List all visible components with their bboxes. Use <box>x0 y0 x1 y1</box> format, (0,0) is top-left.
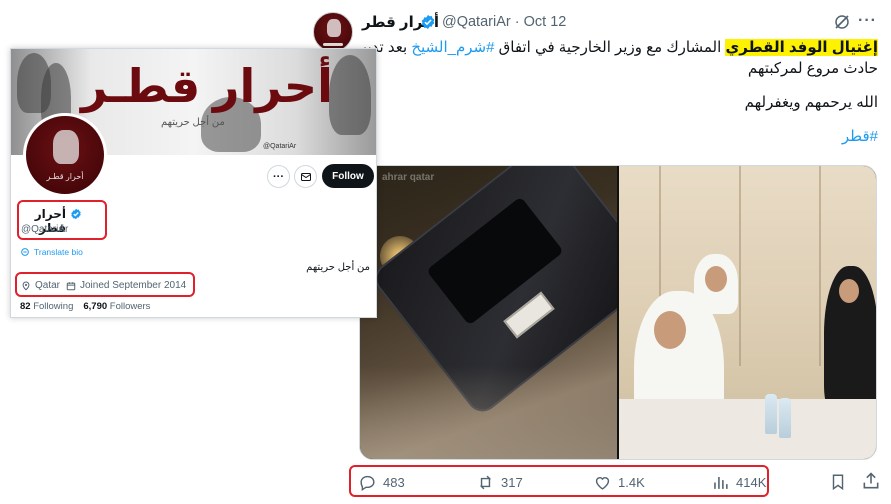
tweet-line-2: حادث مروع لمركبتهم <box>747 60 878 77</box>
followers-stat: 6,790 Followers <box>83 301 150 312</box>
avatar-text-mark <box>323 43 343 46</box>
tweet-date[interactable]: Oct 12 <box>524 14 567 30</box>
media-photo-crash[interactable]: ahrar qatar <box>360 166 617 459</box>
profile-card-screenshot: أحرار قطـر من أجل حريتهم @QatariAr أحرار… <box>10 48 377 318</box>
banner-handle: @QatariAr <box>263 143 297 150</box>
location-text: Qatar <box>35 280 61 291</box>
ground <box>360 366 617 459</box>
views-button[interactable]: 414K <box>711 471 766 493</box>
profile-joined: Joined September 2014 <box>66 280 186 291</box>
tweet-line-3: الله يرحمهم ويغفرلهم <box>744 94 878 111</box>
banner-title: أحرار قطـر <box>81 60 333 112</box>
author-avatar[interactable] <box>313 12 353 52</box>
repost-button[interactable]: 317 <box>476 471 523 493</box>
reply-icon <box>360 475 375 491</box>
reply-button[interactable]: 483 <box>358 471 405 493</box>
actions-annotation-box <box>349 465 769 497</box>
profile-more-button: ··· <box>267 165 290 188</box>
hashtag-link[interactable]: #شرم_الشيخ <box>411 39 494 56</box>
heart-icon <box>595 476 610 490</box>
following-stat: 82 Following <box>20 301 73 312</box>
media-watermark: ahrar qatar <box>382 172 435 183</box>
avatar-label: أحرار قطـر <box>46 172 84 181</box>
author-handle-date[interactable]: @QatariAr · Oct 12 <box>442 14 566 30</box>
person-woman-face <box>839 279 859 303</box>
joined-text: Joined September 2014 <box>80 280 187 291</box>
tweet-text-part: المشارك مع وزير الخارجية في اتفاق <box>494 39 726 56</box>
location-pin-icon <box>22 281 30 290</box>
profile-avatar: أحرار قطـر <box>23 113 107 197</box>
wall-panel <box>739 166 741 366</box>
media-photo-meeting[interactable] <box>619 166 876 459</box>
profile-location: Qatar <box>21 280 60 291</box>
wall-panel <box>819 166 821 366</box>
following-count: 82 <box>20 301 31 312</box>
translate-label: Translate bio <box>34 247 83 257</box>
person-front-face <box>654 311 686 349</box>
message-button <box>294 165 317 188</box>
highlighted-text: إغتيال الوفد القطري <box>725 39 878 56</box>
grok-icon[interactable] <box>833 13 851 31</box>
meeting-desk <box>619 399 876 459</box>
person-back-face <box>705 266 727 292</box>
repost-icon <box>479 475 492 489</box>
views-chart-icon <box>714 476 728 489</box>
reply-count: 483 <box>383 474 405 490</box>
author-handle[interactable]: @QatariAr <box>442 14 511 30</box>
following-label: Following <box>33 301 74 312</box>
profile-stats: 82 Following 6,790 Followers <box>20 301 150 312</box>
bookmark-icon[interactable] <box>829 472 847 492</box>
verified-badge-icon <box>71 208 81 220</box>
verified-badge-icon <box>421 15 435 29</box>
repost-count: 317 <box>501 474 523 490</box>
profile-bio: من أجل حريتهم <box>306 262 370 273</box>
like-count: 1.4K <box>618 474 645 490</box>
share-icon[interactable] <box>861 471 881 491</box>
tweet-media[interactable]: ahrar qatar <box>359 165 877 460</box>
calendar-icon <box>66 281 76 290</box>
more-options-icon[interactable]: ··· <box>858 12 880 32</box>
mail-icon <box>300 172 311 181</box>
follow-button: Follow <box>322 164 374 188</box>
water-bottle <box>779 398 791 438</box>
followers-label: Followers <box>109 301 151 312</box>
profile-handle: @QatariAr <box>21 224 69 235</box>
like-button[interactable]: 1.4K <box>593 471 645 493</box>
water-bottle <box>765 394 777 434</box>
translate-bio-link: Translate bio <box>20 247 83 257</box>
views-count: 414K <box>736 474 767 490</box>
translate-icon <box>21 248 29 256</box>
banner-portrait <box>329 55 371 135</box>
followers-count: 6,790 <box>83 301 108 312</box>
handle-date-separator: · <box>510 14 524 30</box>
tweet-text: إغتيال الوفد القطري المشارك مع وزير الخا… <box>355 37 878 147</box>
avatar-figure <box>327 19 341 37</box>
hashtag-link[interactable]: #قطر <box>368 126 878 147</box>
tweet-line-1: إغتيال الوفد القطري المشارك مع وزير الخا… <box>355 37 878 58</box>
avatar-figure <box>53 130 79 164</box>
banner-subtitle: من أجل حريتهم <box>161 117 225 128</box>
